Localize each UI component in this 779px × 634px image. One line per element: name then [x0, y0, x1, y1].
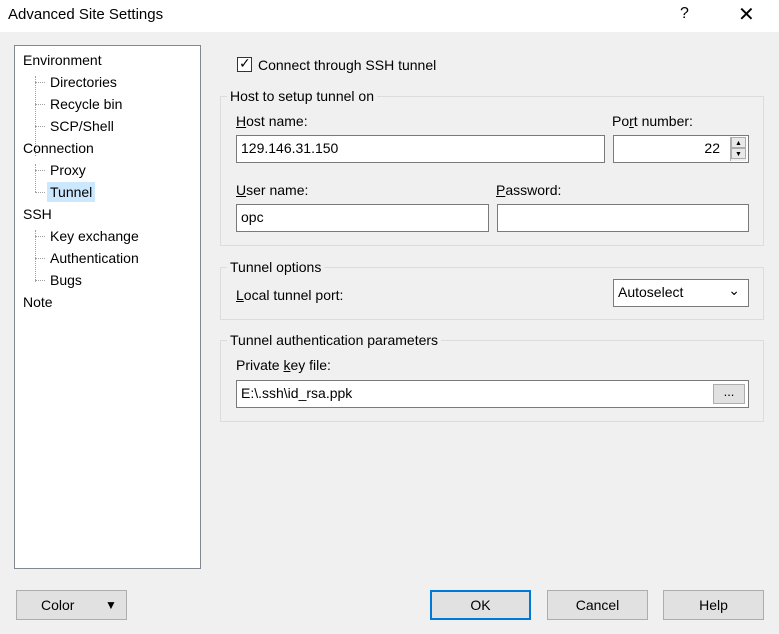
tree-connector [35, 126, 45, 127]
tree-item-proxy[interactable]: Proxy [47, 160, 89, 180]
dropdown-arrow-icon: ▼ [105, 598, 117, 612]
user-name-input[interactable]: opc [236, 204, 489, 232]
title-bar: Advanced Site Settings ? ✕ [0, 0, 779, 32]
tree-item-scp-shell[interactable]: SCP/Shell [47, 116, 117, 136]
port-number-input[interactable]: 22 [613, 135, 749, 163]
cancel-button[interactable]: Cancel [547, 590, 648, 620]
host-group-title: Host to setup tunnel on [227, 88, 377, 104]
tree-item-key-exchange[interactable]: Key exchange [47, 226, 142, 246]
user-name-label: User name: [236, 182, 309, 198]
tree-item-bugs[interactable]: Bugs [47, 270, 85, 290]
checkmark-icon: ✓ [239, 55, 251, 71]
tree-connector [35, 258, 45, 259]
tree-connector [35, 236, 45, 237]
tree-connector [35, 192, 45, 193]
settings-tree[interactable]: Environment Directories Recycle bin SCP/… [14, 45, 201, 569]
host-name-label: Host name: [236, 113, 308, 129]
port-number-label: Port number: [612, 113, 693, 129]
ssh-tunnel-checkbox[interactable]: ✓ [237, 55, 252, 72]
help-icon[interactable]: ? [680, 5, 689, 23]
chevron-down-icon: ⌄ [728, 282, 740, 298]
window-title: Advanced Site Settings [8, 6, 164, 23]
spin-down-icon[interactable]: ▼ [731, 148, 746, 159]
tree-connector [35, 230, 36, 282]
browse-button[interactable]: ... [713, 384, 745, 404]
tree-item-authentication[interactable]: Authentication [47, 248, 142, 268]
tunnel-auth-title: Tunnel authentication parameters [227, 332, 442, 348]
tree-item-tunnel[interactable]: Tunnel [47, 182, 96, 202]
spin-up-icon[interactable]: ▲ [731, 137, 746, 148]
password-input[interactable] [497, 204, 749, 232]
help-button[interactable]: Help [663, 590, 764, 620]
tree-connector [35, 104, 45, 105]
tree-connector [35, 170, 45, 171]
host-name-input[interactable]: 129.146.31.150 [236, 135, 605, 163]
tunnel-options-title: Tunnel options [227, 259, 325, 275]
tree-item-recycle-bin[interactable]: Recycle bin [47, 94, 125, 114]
local-tunnel-port-value: Autoselect [618, 284, 684, 300]
tree-item-environment[interactable]: Environment [20, 50, 105, 70]
ssh-tunnel-label[interactable]: Connect through SSH tunnel [258, 57, 436, 73]
password-label: Password: [496, 182, 562, 198]
tree-connector [35, 164, 36, 192]
tree-connector [35, 280, 45, 281]
local-tunnel-port-label: Local tunnel port: [236, 287, 344, 303]
local-tunnel-port-select[interactable]: Autoselect ⌄ [613, 279, 749, 307]
private-key-input[interactable]: E:\.ssh\id_rsa.ppk [236, 380, 749, 408]
color-button-label: Color [41, 597, 75, 613]
private-key-label: Private key file: [236, 357, 331, 373]
tree-item-connection[interactable]: Connection [20, 138, 97, 158]
port-spinner[interactable]: ▲ ▼ [730, 137, 746, 161]
tree-connector [35, 82, 45, 83]
tree-item-ssh[interactable]: SSH [20, 204, 55, 224]
close-icon[interactable]: ✕ [738, 2, 755, 27]
tree-item-note[interactable]: Note [20, 292, 56, 312]
tree-item-directories[interactable]: Directories [47, 72, 120, 92]
color-button[interactable]: Color ▼ [16, 590, 127, 620]
ok-button[interactable]: OK [430, 590, 531, 620]
